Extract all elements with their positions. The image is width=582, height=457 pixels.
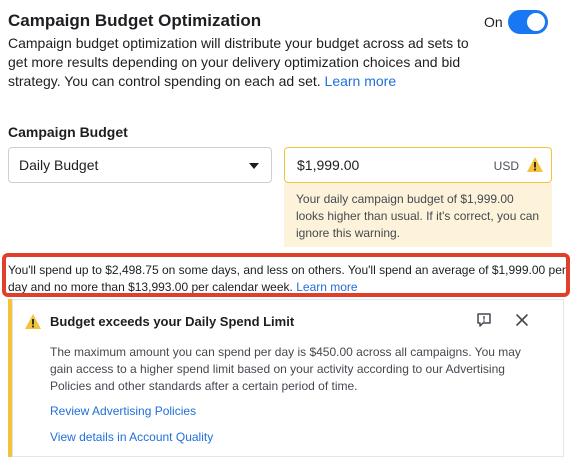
toggle-knob	[527, 13, 545, 31]
close-icon[interactable]	[515, 313, 529, 332]
budget-amount-input[interactable]: $1,999.00 USD	[284, 147, 552, 183]
chevron-down-icon	[249, 163, 259, 169]
toggle-label: On	[484, 14, 503, 30]
budget-warning-message: Your daily campaign budget of $1,999.00 …	[284, 183, 552, 247]
highlight-frame	[2, 253, 570, 297]
review-policies-link[interactable]: Review Advertising Policies	[50, 404, 196, 418]
spend-limit-title: Budget exceeds your Daily Spend Limit	[50, 314, 295, 329]
warning-icon	[526, 156, 544, 178]
cbo-title: Campaign Budget Optimization	[8, 11, 262, 30]
warning-icon	[24, 313, 42, 335]
spend-limit-body: The maximum amount you can spend per day…	[50, 345, 521, 393]
campaign-budget-label: Campaign Budget	[8, 124, 128, 140]
cbo-toggle[interactable]	[508, 10, 548, 34]
feedback-icon[interactable]	[476, 312, 492, 333]
budget-type-value: Daily Budget	[19, 157, 99, 173]
cbo-description: Campaign budget optimization will distri…	[8, 34, 478, 91]
cbo-description-text: Campaign budget optimization will distri…	[8, 35, 469, 89]
currency-label: USD	[493, 159, 519, 173]
budget-amount-value: $1,999.00	[297, 157, 360, 173]
budget-type-select[interactable]: Daily Budget	[8, 147, 272, 183]
account-quality-link[interactable]: View details in Account Quality	[50, 430, 213, 444]
cbo-learn-more-link[interactable]: Learn more	[325, 73, 397, 89]
